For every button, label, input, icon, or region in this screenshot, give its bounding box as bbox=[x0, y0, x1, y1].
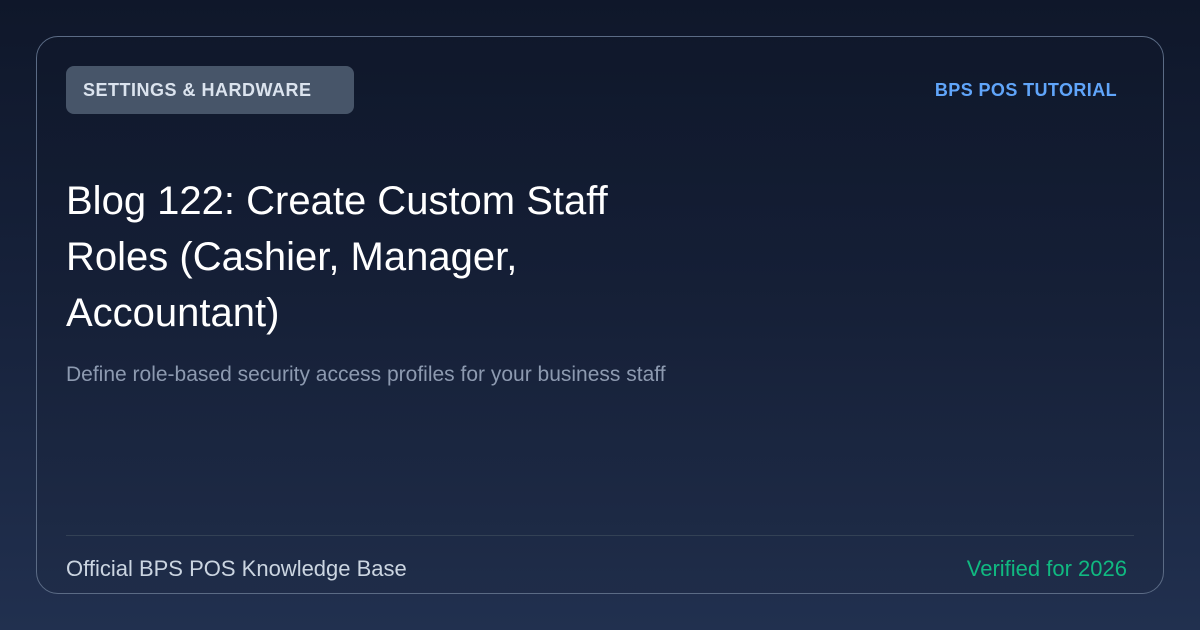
category-badge: SETTINGS & HARDWARE bbox=[66, 66, 354, 114]
article-card: SETTINGS & HARDWARE BPS POS TUTORIAL Blo… bbox=[36, 36, 1164, 594]
page-title: Blog 122: Create Custom Staff Roles (Cas… bbox=[66, 179, 608, 335]
verified-label: Verified for 2026 bbox=[966, 556, 1127, 581]
page-subtitle: Define role-based security access profil… bbox=[66, 363, 666, 386]
footer-divider bbox=[66, 535, 1134, 536]
footer-source: Official BPS POS Knowledge Base bbox=[66, 556, 407, 581]
brand-tag: BPS POS TUTORIAL bbox=[934, 80, 1117, 100]
